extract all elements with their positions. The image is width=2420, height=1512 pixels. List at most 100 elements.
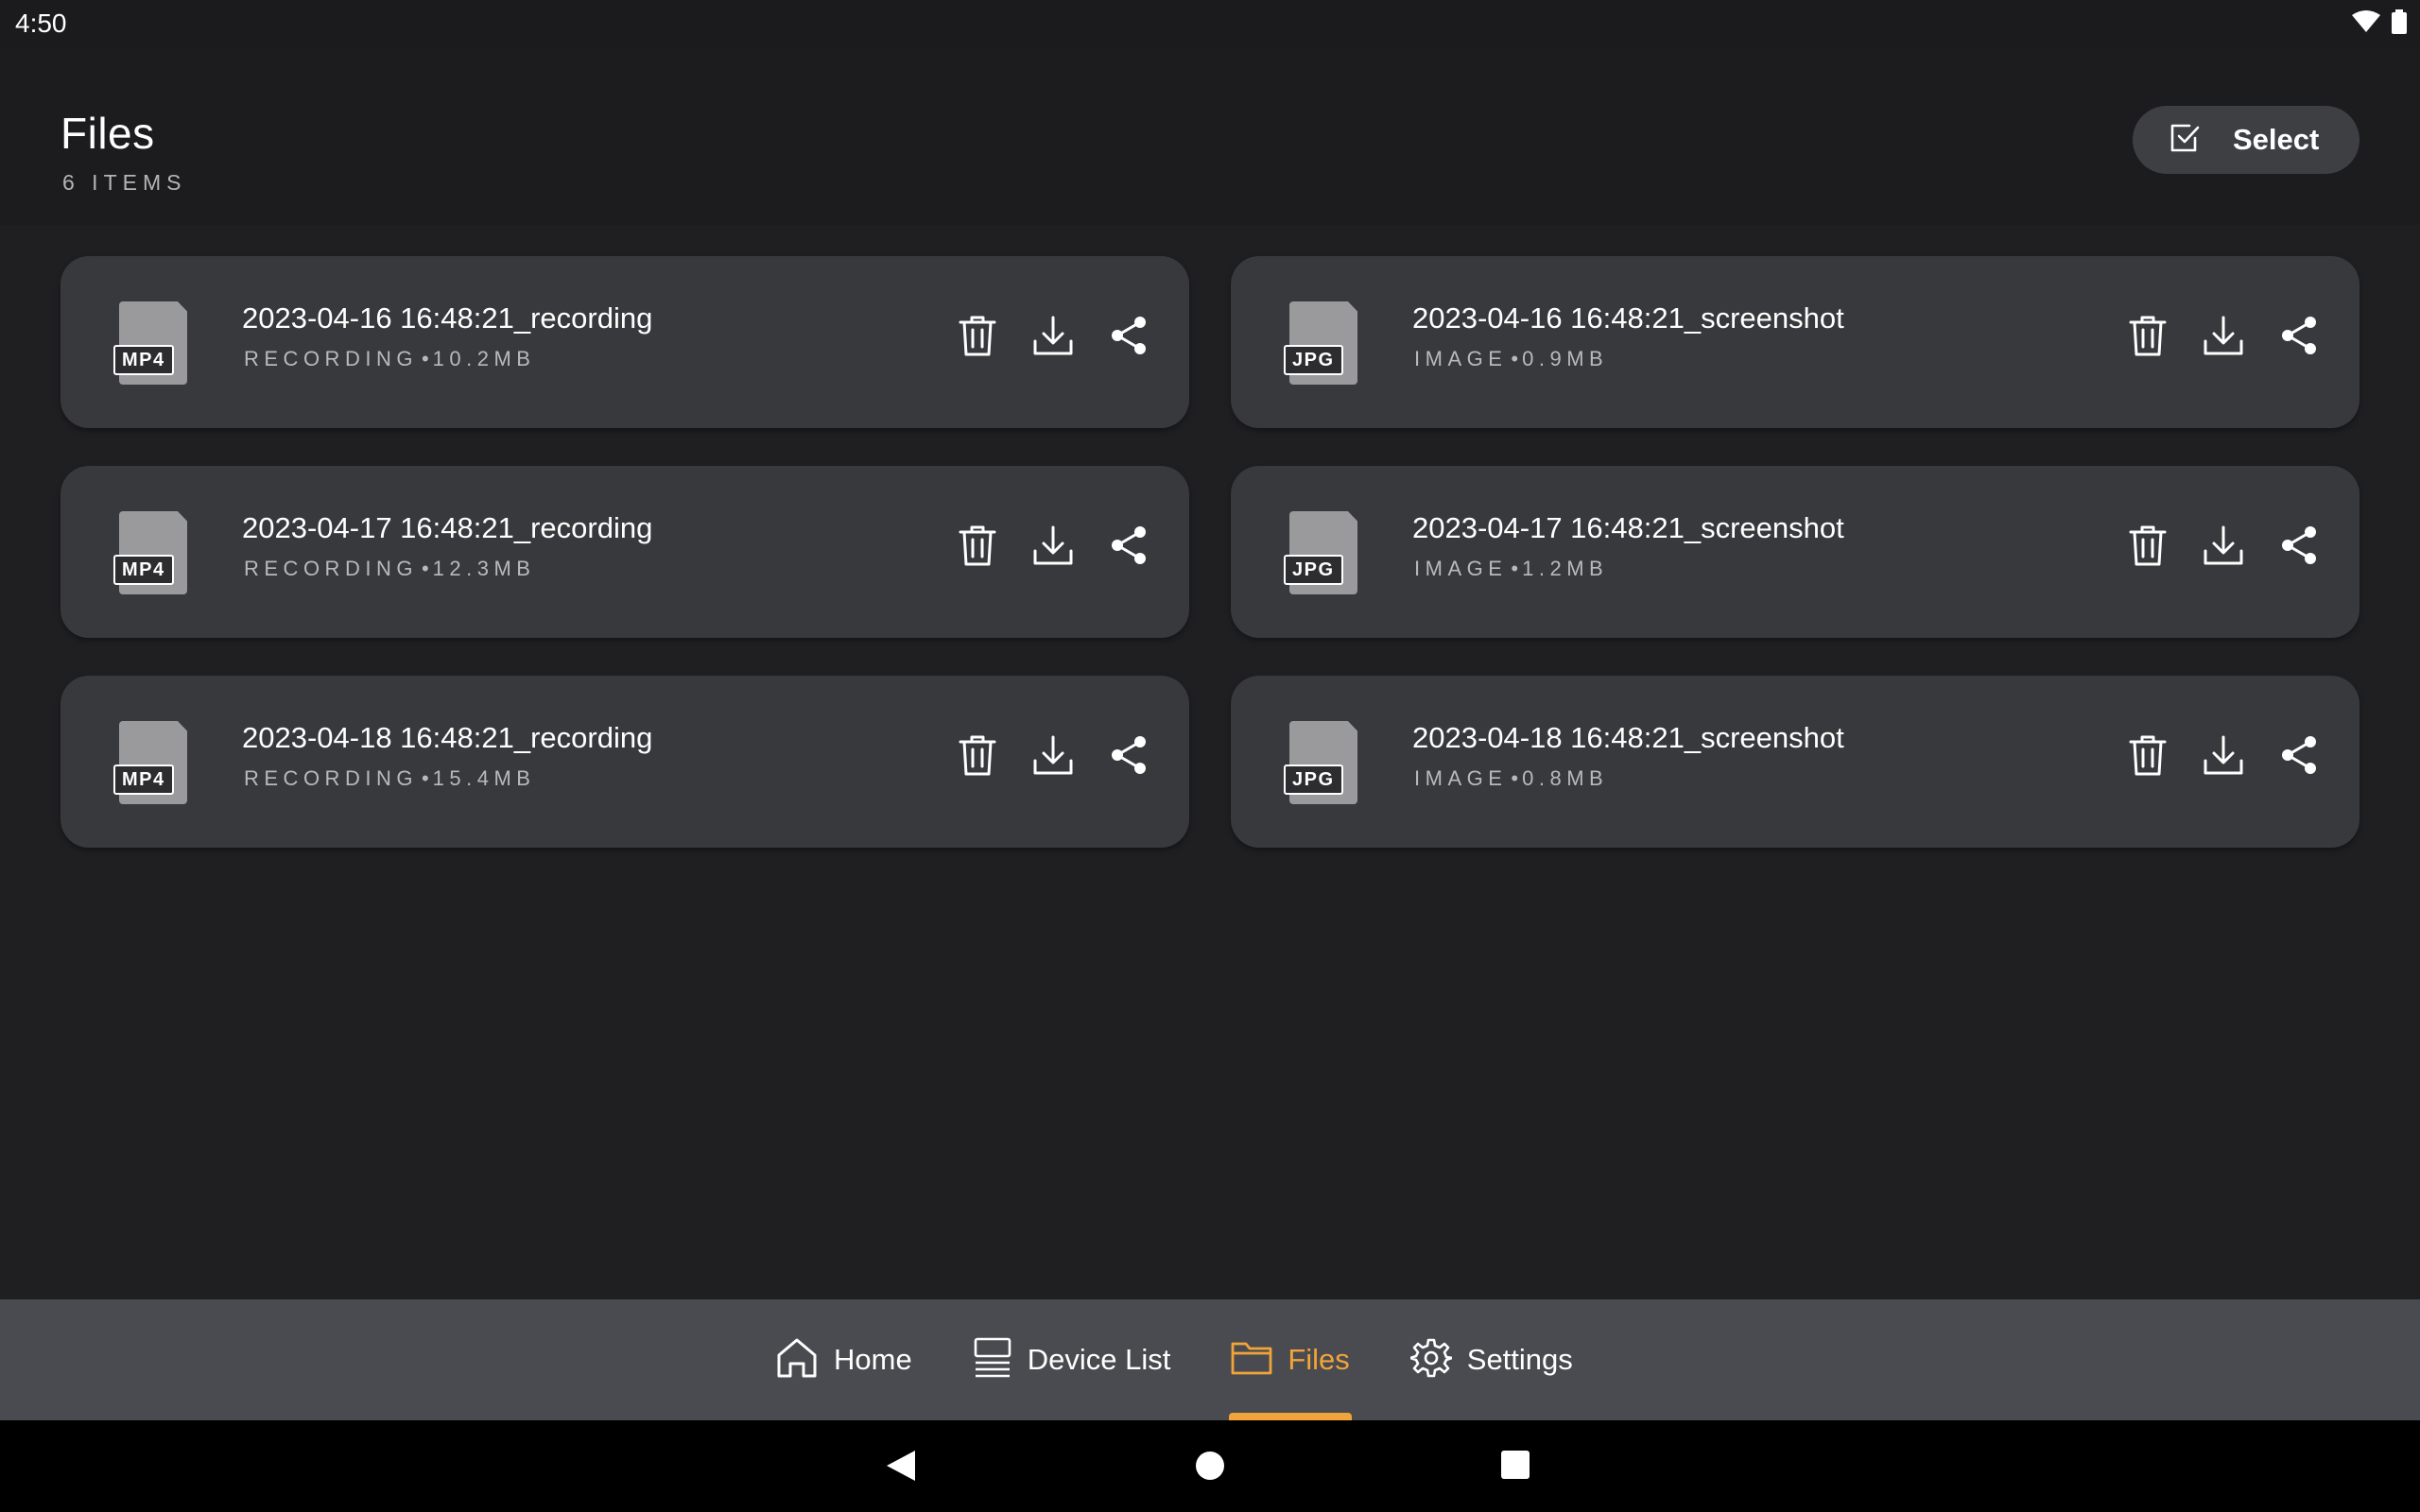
meta-separator: • [1511,347,1519,370]
item-count: 6 ITEMS [62,170,187,195]
file-meta: IMAGE • 0.9MB [1414,347,1608,371]
device-list-icon [973,1337,1012,1383]
download-button[interactable] [2203,524,2244,570]
file-thumbnail-icon: MP4 [113,301,189,385]
delete-button[interactable] [957,524,998,570]
file-type-label: RECORDING [244,766,418,790]
download-icon [2203,734,2244,781]
delete-button[interactable] [957,315,998,360]
file-card[interactable]: JPG 2023-04-17 16:48:21_screenshot IMAGE… [1231,466,2360,638]
file-name: 2023-04-17 16:48:21_screenshot [1412,511,1844,544]
file-type-label: IMAGE [1414,347,1508,370]
file-type-badge: JPG [1284,765,1343,795]
home-circle-icon[interactable] [1193,1449,1227,1483]
file-thumbnail-icon: JPG [1284,511,1359,594]
delete-button[interactable] [957,734,998,780]
delete-button[interactable] [2127,734,2169,780]
file-actions [957,524,1150,570]
share-button[interactable] [2278,734,2320,780]
download-icon [1032,734,1074,781]
trash-icon [2128,524,2168,572]
file-meta: RECORDING • 12.3MB [244,557,535,581]
recents-icon[interactable] [1499,1449,1533,1483]
download-button[interactable] [2203,315,2244,360]
nav-item-home[interactable]: Home [775,1299,912,1420]
file-actions [957,734,1150,780]
file-size: 0.9MB [1522,347,1609,370]
file-name: 2023-04-16 16:48:21_screenshot [1412,301,1844,335]
file-card[interactable]: MP4 2023-04-18 16:48:21_recording RECORD… [60,676,1189,848]
file-type-label: IMAGE [1414,766,1508,790]
file-meta: RECORDING • 10.2MB [244,347,535,371]
folder-icon [1231,1340,1272,1381]
delete-button[interactable] [2127,524,2169,570]
share-button[interactable] [1108,524,1150,570]
status-time: 4:50 [15,9,67,38]
download-icon [1032,524,1074,571]
share-icon [1109,524,1149,571]
file-card[interactable]: JPG 2023-04-16 16:48:21_screenshot IMAGE… [1231,256,2360,428]
battery-icon [2392,9,2407,39]
select-label: Select [2233,123,2320,156]
download-button[interactable] [1032,315,1074,360]
active-tab-indicator [1229,1413,1352,1420]
share-icon [2279,734,2319,781]
download-icon [2203,524,2244,571]
nav-label-files: Files [1288,1343,1350,1376]
nav-item-files[interactable]: Files [1229,1299,1352,1420]
home-icon [775,1336,819,1384]
file-type-badge: MP4 [113,765,174,795]
file-name: 2023-04-17 16:48:21_recording [242,511,653,544]
trash-icon [958,314,997,362]
file-card[interactable]: JPG 2023-04-18 16:48:21_screenshot IMAGE… [1231,676,2360,848]
file-thumbnail-icon: JPG [1284,721,1359,804]
file-size: 15.4MB [432,766,536,790]
file-grid: MP4 2023-04-16 16:48:21_recording RECORD… [60,256,2360,848]
nav-item-device-list[interactable]: Device List [973,1299,1171,1420]
wifi-icon [2352,10,2380,38]
file-meta: IMAGE • 0.8MB [1414,766,1608,791]
nav-label-device-list: Device List [1027,1343,1171,1376]
checkbox-icon [2169,122,2201,159]
app-root: 4:50 Files 6 ITEMS Select MP4 2023-04-16… [0,0,2420,1512]
file-type-label: RECORDING [244,347,418,370]
bottom-nav: Home Device List Files Settings [0,1299,2420,1420]
file-thumbnail-icon: MP4 [113,721,189,804]
back-icon[interactable] [885,1449,919,1483]
share-button[interactable] [1108,734,1150,780]
share-button[interactable] [1108,315,1150,360]
nav-label-home: Home [834,1343,912,1376]
file-name: 2023-04-16 16:48:21_recording [242,301,653,335]
file-name: 2023-04-18 16:48:21_recording [242,721,653,754]
file-list: MP4 2023-04-16 16:48:21_recording RECORD… [60,256,2360,848]
share-button[interactable] [2278,315,2320,360]
header: Files 6 ITEMS Select [0,47,2420,225]
share-icon [2279,315,2319,361]
download-button[interactable] [1032,524,1074,570]
file-type-label: RECORDING [244,557,418,580]
bottom-nav-items: Home Device List Files Settings [775,1299,1634,1420]
system-nav-bar [0,1420,2420,1512]
file-actions [2127,734,2320,780]
trash-icon [2128,314,2168,362]
delete-button[interactable] [2127,315,2169,360]
share-button[interactable] [2278,524,2320,570]
file-meta: IMAGE • 1.2MB [1414,557,1608,581]
file-card[interactable]: MP4 2023-04-16 16:48:21_recording RECORD… [60,256,1189,428]
file-name: 2023-04-18 16:48:21_screenshot [1412,721,1844,754]
download-icon [1032,315,1074,361]
file-type-label: IMAGE [1414,557,1508,580]
trash-icon [958,524,997,572]
file-actions [957,315,1150,360]
download-button[interactable] [2203,734,2244,780]
file-card[interactable]: MP4 2023-04-17 16:48:21_recording RECORD… [60,466,1189,638]
download-icon [2203,315,2244,361]
select-button[interactable]: Select [2133,106,2360,174]
meta-separator: • [421,766,429,790]
nav-item-settings[interactable]: Settings [1409,1299,1573,1420]
file-size: 10.2MB [432,347,536,370]
page-title: Files [60,109,155,158]
trash-icon [2128,733,2168,782]
file-actions [2127,524,2320,570]
download-button[interactable] [1032,734,1074,780]
